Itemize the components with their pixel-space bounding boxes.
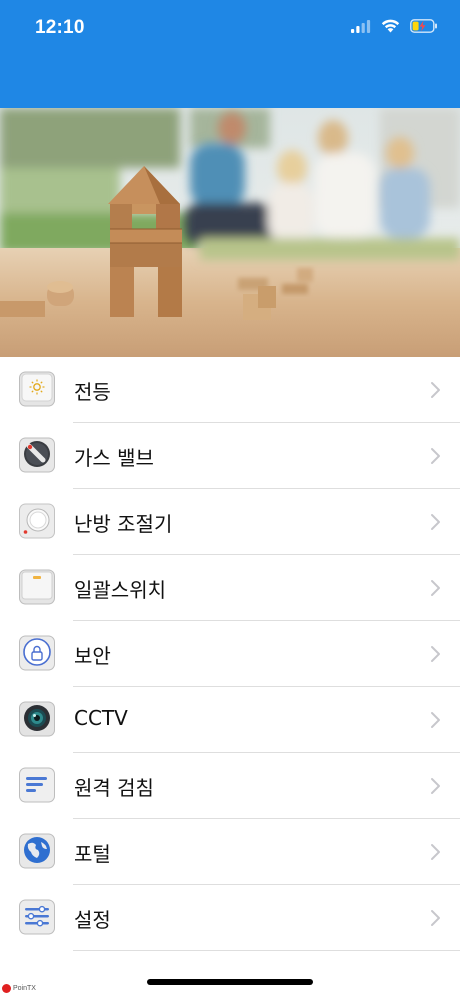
menu-list: 전등 가스 밸브 난방 조절기 일괄스위치 보안 CCTV 원격 검침 포털 설… bbox=[0, 357, 460, 951]
chevron-right-icon bbox=[431, 844, 440, 860]
family-photo bbox=[0, 108, 460, 357]
menu-item-gas-valve[interactable]: 가스 밸브 bbox=[0, 423, 460, 489]
menu-item-label: 포털 bbox=[74, 842, 111, 866]
watermark: PoinTX bbox=[2, 984, 36, 993]
divider bbox=[73, 950, 460, 951]
menu-item-light[interactable]: 전등 bbox=[0, 357, 460, 423]
globe-icon bbox=[19, 833, 55, 869]
chevron-right-icon bbox=[431, 580, 440, 596]
menu-item-meter-reading[interactable]: 원격 검침 bbox=[0, 753, 460, 819]
wifi-icon bbox=[381, 19, 400, 33]
thermostat-icon bbox=[19, 503, 55, 539]
master-switch-icon bbox=[19, 569, 55, 605]
menu-item-label: 전등 bbox=[74, 380, 111, 404]
status-icons bbox=[351, 19, 438, 33]
menu-item-label: 원격 검침 bbox=[74, 776, 154, 800]
home-indicator[interactable] bbox=[147, 979, 313, 985]
menu-item-label: 설정 bbox=[74, 908, 111, 932]
cellular-signal-icon bbox=[351, 19, 371, 33]
camera-icon bbox=[19, 701, 55, 737]
menu-item-label: CCTV bbox=[74, 706, 128, 730]
menu-item-security[interactable]: 보안 bbox=[0, 621, 460, 687]
gas-valve-icon bbox=[19, 437, 55, 473]
menu-item-thermostat[interactable]: 난방 조절기 bbox=[0, 489, 460, 555]
meter-reading-icon bbox=[19, 767, 55, 803]
menu-item-cctv[interactable]: CCTV bbox=[0, 687, 460, 753]
app-header: 12:10 bbox=[0, 0, 460, 108]
chevron-right-icon bbox=[431, 448, 440, 464]
menu-item-label: 난방 조절기 bbox=[74, 512, 173, 536]
security-lock-icon bbox=[19, 635, 55, 671]
watermark-logo-icon bbox=[2, 984, 11, 993]
settings-sliders-icon bbox=[19, 899, 55, 935]
menu-item-portal[interactable]: 포털 bbox=[0, 819, 460, 885]
menu-item-label: 보안 bbox=[74, 644, 111, 668]
status-time: 12:10 bbox=[35, 17, 85, 38]
hero-banner-image bbox=[0, 108, 460, 357]
chevron-right-icon bbox=[431, 514, 440, 530]
menu-item-label: 일괄스위치 bbox=[74, 578, 166, 602]
menu-item-settings[interactable]: 설정 bbox=[0, 885, 460, 951]
menu-item-master-switch[interactable]: 일괄스위치 bbox=[0, 555, 460, 621]
light-switch-icon bbox=[19, 371, 55, 407]
menu-item-label: 가스 밸브 bbox=[74, 446, 154, 470]
chevron-right-icon bbox=[431, 382, 440, 398]
chevron-right-icon bbox=[431, 778, 440, 794]
battery-charging-icon bbox=[410, 19, 437, 33]
chevron-right-icon bbox=[431, 712, 440, 728]
watermark-text: PoinTX bbox=[13, 985, 36, 992]
chevron-right-icon bbox=[431, 646, 440, 662]
chevron-right-icon bbox=[431, 910, 440, 926]
